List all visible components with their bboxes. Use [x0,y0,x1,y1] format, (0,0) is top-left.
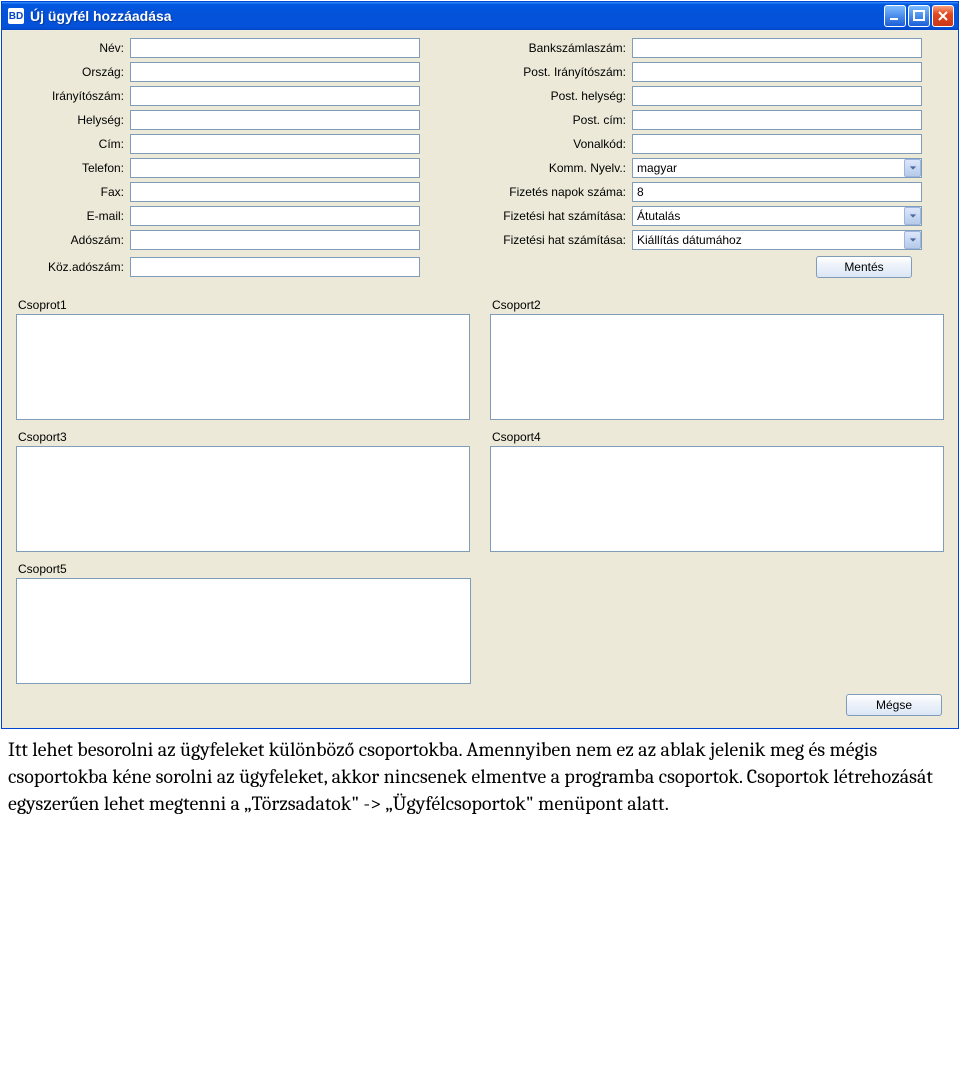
label-fax: Fax: [14,185,126,199]
listbox-group2[interactable] [490,314,944,420]
input-fizetes-napok[interactable] [632,182,922,202]
groups-area: Csoprot1 Csoport2 Csoport3 Csoport4 [8,282,952,688]
window-title: Új ügyfél hozzáadása [30,8,884,24]
label-post-helyseg: Post. helység: [468,89,628,103]
label-group5: Csoport5 [18,562,471,576]
label-helyseg: Helység: [14,113,126,127]
minimize-button[interactable] [884,5,906,27]
input-nev[interactable] [130,38,420,58]
app-icon: BD [8,8,24,24]
input-fax[interactable] [130,182,420,202]
client-area: Név: Bankszámlaszám: Ország: Post. Irány… [2,30,958,728]
maximize-icon [913,10,925,22]
label-iranyitoszam: Irányítószám: [14,89,126,103]
input-adoszam[interactable] [130,230,420,250]
label-group3: Csoport3 [18,430,470,444]
label-vonalkod: Vonalkód: [468,137,628,151]
label-fizhat1: Fizetési hat számítása: [468,209,628,223]
chevron-down-icon[interactable] [904,231,921,249]
input-koz-adoszam[interactable] [130,257,420,277]
cancel-button[interactable]: Mégse [846,694,942,716]
label-group1: Csoprot1 [18,298,470,312]
close-button[interactable] [932,5,954,27]
titlebar: BD Új ügyfél hozzáadása [2,2,958,30]
listbox-group4[interactable] [490,446,944,552]
listbox-group3[interactable] [16,446,470,552]
label-post-irsz: Post. Irányítószám: [468,65,628,79]
combo-fizhat2[interactable] [632,230,922,250]
label-post-cim: Post. cím: [468,113,628,127]
input-vonalkod[interactable] [632,134,922,154]
form-grid: Név: Bankszámlaszám: Ország: Post. Irány… [8,34,952,282]
label-fizetes-napok: Fizetés napok száma: [468,185,628,199]
input-helyseg[interactable] [130,110,420,130]
label-fizhat2: Fizetési hat számítása: [468,233,628,247]
label-cim: Cím: [14,137,126,151]
input-email[interactable] [130,206,420,226]
label-group2: Csoport2 [492,298,944,312]
input-iranyitoszam[interactable] [130,86,420,106]
help-text: Itt lehet besorolni az ügyfeleket különb… [0,730,960,825]
close-icon [937,10,949,22]
chevron-down-icon[interactable] [904,159,921,177]
minimize-icon [889,10,901,22]
combo-fizhat1[interactable] [632,206,922,226]
label-group4: Csoport4 [492,430,944,444]
dialog-window: BD Új ügyfél hozzáadása Név: Bankszámlas… [1,1,959,729]
input-cim[interactable] [130,134,420,154]
maximize-button[interactable] [908,5,930,27]
label-orszag: Ország: [14,65,126,79]
input-post-cim[interactable] [632,110,922,130]
label-email: E-mail: [14,209,126,223]
input-bankszamla[interactable] [632,38,922,58]
combo-komm-nyelv[interactable] [632,158,922,178]
label-koz-adoszam: Köz.adószám: [14,260,126,274]
listbox-group5[interactable] [16,578,471,684]
label-bankszamla: Bankszámlaszám: [468,41,628,55]
input-orszag[interactable] [130,62,420,82]
label-adoszam: Adószám: [14,233,126,247]
input-telefon[interactable] [130,158,420,178]
label-nev: Név: [14,41,126,55]
label-telefon: Telefon: [14,161,126,175]
input-post-helyseg[interactable] [632,86,922,106]
chevron-down-icon[interactable] [904,207,921,225]
label-komm-nyelv: Komm. Nyelv.: [468,161,628,175]
save-button[interactable]: Mentés [816,256,912,278]
input-post-irsz[interactable] [632,62,922,82]
listbox-group1[interactable] [16,314,470,420]
